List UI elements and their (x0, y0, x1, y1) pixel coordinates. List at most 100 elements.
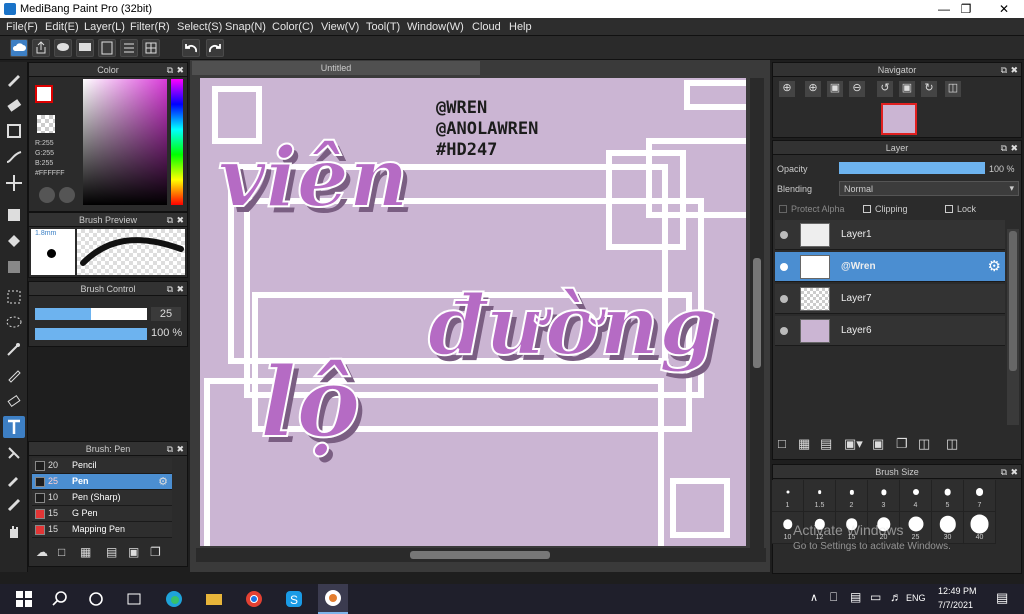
horizontal-scrollbar[interactable] (196, 548, 766, 562)
shape-tool-icon[interactable] (3, 120, 25, 142)
close-icon[interactable]: ✖ (176, 282, 184, 296)
bucket-tool-icon[interactable] (3, 230, 25, 252)
move-tool-icon[interactable] (3, 172, 25, 194)
scroll-thumb[interactable] (753, 258, 761, 368)
search-icon[interactable] (50, 589, 70, 609)
rotate-right-icon[interactable]: ↻ (921, 81, 937, 97)
close-button[interactable]: ✕ (984, 0, 1024, 18)
language-indicator[interactable]: ENG (906, 593, 926, 603)
lock-checkbox[interactable] (945, 205, 953, 213)
actual-size-icon[interactable]: ▣ (899, 81, 915, 97)
menu-window[interactable]: Window(W) (407, 21, 464, 33)
operation-tool-icon[interactable] (3, 442, 25, 464)
folder-icon[interactable]: ▣ (128, 545, 139, 559)
medibang-taskbar-item[interactable] (318, 584, 348, 614)
eye-icon[interactable] (780, 295, 788, 303)
file-explorer-icon[interactable] (204, 589, 224, 609)
expand-icon[interactable]: ⧉ (167, 282, 173, 296)
transparent-swatch[interactable] (37, 115, 55, 133)
volume-icon[interactable]: ♬ (890, 590, 902, 604)
new-brush-icon[interactable]: □ (58, 545, 65, 559)
size-slider[interactable] (35, 308, 147, 320)
menu-layer[interactable]: Layer(L) (84, 21, 125, 33)
close-icon[interactable]: ✖ (176, 213, 184, 227)
close-icon[interactable]: ✖ (176, 442, 184, 456)
network-icon[interactable]: ▤ (850, 590, 861, 604)
close-icon[interactable]: ✖ (1010, 141, 1018, 155)
layer-row[interactable]: Layer6 (775, 316, 1005, 346)
trash-icon[interactable]: ◫ (946, 436, 958, 452)
clipping-checkbox[interactable] (863, 205, 871, 213)
dropper-tool-icon[interactable] (3, 468, 25, 490)
close-icon[interactable]: ✖ (1010, 63, 1018, 77)
brush-size-cell[interactable]: 2 (836, 480, 868, 512)
comment-icon[interactable] (54, 39, 72, 57)
brush-cloud-icon[interactable]: ☁ (36, 545, 48, 559)
color-set-icon[interactable] (59, 187, 75, 203)
clock-date[interactable]: 7/7/2021 (938, 600, 973, 610)
folder-icon[interactable]: ▣ (872, 436, 884, 452)
expand-icon[interactable]: ⧉ (1001, 141, 1007, 155)
menu-color[interactable]: Color(C) (272, 21, 314, 33)
brush-tool-icon[interactable] (3, 68, 25, 90)
brush-size-cell[interactable]: 40 (964, 512, 996, 544)
size-value[interactable]: 25 (151, 307, 181, 321)
brush-size-cell[interactable]: 1 (772, 480, 804, 512)
brush-size-cell[interactable]: 1.5 (804, 480, 836, 512)
duplicate-layer-icon[interactable]: ❐ (896, 436, 908, 452)
skype-icon[interactable]: S (284, 589, 304, 609)
layer-row[interactable]: @Wren ⚙ (775, 252, 1005, 282)
brush-item[interactable]: 15 G Pen (32, 506, 172, 522)
brush-size-cell[interactable]: 30 (932, 512, 964, 544)
protect-alpha-checkbox[interactable] (779, 205, 787, 213)
lasso-tool-icon[interactable] (3, 312, 25, 334)
fit-icon[interactable]: ▣ (827, 81, 843, 97)
meet-now-icon[interactable]: ⎕ (830, 590, 837, 605)
select-eraser-tool-icon[interactable] (3, 390, 25, 412)
scroll-thumb[interactable] (410, 551, 550, 559)
gradient-tool-icon[interactable] (3, 256, 25, 278)
expand-icon[interactable]: ⧉ (167, 442, 173, 456)
share-icon[interactable] (32, 39, 50, 57)
zoom-plus-icon[interactable]: ⊕ (805, 81, 821, 97)
gear-icon[interactable]: ⚙ (988, 257, 1001, 275)
brush-size-cell[interactable]: 7 (964, 480, 996, 512)
maximize-button[interactable]: ❐ (946, 0, 986, 18)
palette-icon[interactable] (39, 187, 55, 203)
battery-icon[interactable]: ▭ (870, 590, 881, 604)
vertical-scrollbar[interactable] (750, 78, 764, 548)
blending-select[interactable]: Normal ▾ (839, 181, 1019, 196)
rotate-left-icon[interactable]: ↺ (877, 81, 893, 97)
list-icon[interactable] (120, 39, 138, 57)
page-icon[interactable] (98, 39, 116, 57)
flip-icon[interactable]: ◫ (945, 81, 961, 97)
hand-tool-icon[interactable] (3, 520, 25, 542)
grid-icon[interactable] (142, 39, 160, 57)
expand-icon[interactable]: ⧉ (167, 63, 173, 77)
line-tool-icon[interactable] (3, 146, 25, 168)
new-halftone-layer-icon[interactable]: ▦ (798, 436, 810, 452)
menu-edit[interactable]: Edit(E) (45, 21, 79, 33)
undo-icon[interactable] (182, 39, 200, 57)
close-icon[interactable]: ✖ (176, 63, 184, 77)
menu-cloud[interactable]: Cloud (472, 21, 501, 33)
zoom-in-icon[interactable]: ⊕ (779, 81, 795, 97)
zoom-out-icon[interactable]: ⊖ (849, 81, 865, 97)
menu-file[interactable]: File(F) (6, 21, 38, 33)
brush-size-cell[interactable]: 25 (900, 512, 932, 544)
layer-opacity-slider[interactable] (839, 162, 985, 174)
brush-size-cell[interactable]: 5 (932, 480, 964, 512)
hue-slider[interactable] (171, 79, 183, 205)
opacity-slider[interactable] (35, 328, 147, 340)
layer-scrollbar[interactable] (1007, 229, 1019, 425)
add-layer-menu-icon[interactable]: ▣▾ (844, 436, 863, 452)
windows-start-icon[interactable] (14, 589, 34, 609)
chevron-up-icon[interactable]: ∧ (810, 591, 818, 604)
merge-down-icon[interactable]: ◫ (918, 436, 930, 452)
menu-tool[interactable]: Tool(T) (366, 21, 400, 33)
blur-tool-icon[interactable] (3, 494, 25, 516)
eye-icon[interactable] (780, 327, 788, 335)
magic-wand-tool-icon[interactable] (3, 338, 25, 360)
layer-row[interactable]: Layer1 (775, 220, 1005, 250)
menu-snap[interactable]: Snap(N) (225, 21, 266, 33)
